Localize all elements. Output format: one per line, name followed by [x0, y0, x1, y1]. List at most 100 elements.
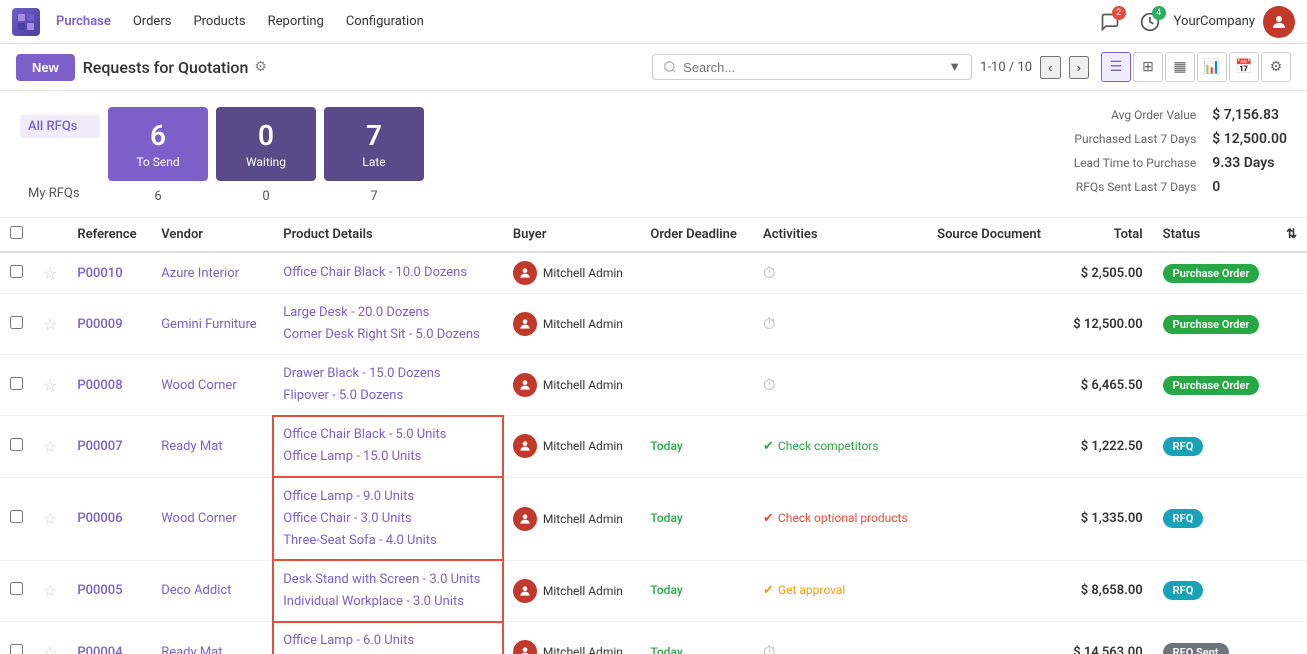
row-source-document	[927, 252, 1058, 294]
view-list-btn[interactable]: ☰	[1101, 52, 1131, 82]
row-checkbox[interactable]	[10, 438, 23, 451]
row-star[interactable]: ☆	[33, 416, 67, 477]
col-order-deadline[interactable]: Order Deadline	[640, 218, 753, 252]
view-chart-btn[interactable]: 📊	[1197, 52, 1227, 82]
pagination-info: 1-10 / 10	[980, 60, 1032, 75]
stat-card-late[interactable]: 7 Late	[324, 107, 424, 181]
row-reference[interactable]: P00005	[67, 560, 151, 621]
view-kanban-btn[interactable]: ⊞	[1133, 52, 1163, 82]
row-action	[1276, 294, 1307, 355]
col-reference[interactable]: Reference	[67, 218, 151, 252]
pagination-prev[interactable]: ‹	[1040, 56, 1060, 79]
row-product-details[interactable]: Desk Stand with Screen - 3.0 UnitsIndivi…	[273, 560, 503, 621]
row-activities[interactable]: ✔Check optional products	[753, 477, 927, 560]
row-product-details[interactable]: Office Lamp - 6.0 UnitsFlipover - 5.0 Un…	[273, 622, 503, 654]
nav-products[interactable]: Products	[183, 0, 255, 44]
table-row: ☆P00010Azure InteriorOffice Chair Black …	[0, 252, 1307, 294]
nav-configuration[interactable]: Configuration	[336, 0, 434, 44]
row-checkbox[interactable]	[10, 316, 23, 329]
search-dropdown-icon[interactable]: ▼	[948, 59, 961, 75]
row-star[interactable]: ☆	[33, 477, 67, 560]
row-vendor[interactable]: Wood Corner	[151, 477, 273, 560]
nav-purchase[interactable]: Purchase	[46, 0, 121, 44]
activity-check-icon: ✔	[763, 439, 774, 454]
col-vendor[interactable]: Vendor	[151, 218, 273, 252]
row-reference[interactable]: P00009	[67, 294, 151, 355]
row-vendor[interactable]: Deco Addict	[151, 560, 273, 621]
row-activities[interactable]: ⏱	[753, 355, 927, 416]
row-vendor[interactable]: Azure Interior	[151, 252, 273, 294]
filter-my-rfqs[interactable]: My RFQs	[20, 182, 100, 205]
new-button[interactable]: New	[16, 54, 75, 81]
status-badge: Purchase Order	[1163, 376, 1260, 395]
row-star[interactable]: ☆	[33, 622, 67, 654]
row-activities[interactable]: ⏱	[753, 252, 927, 294]
settings-gear-icon[interactable]: ⚙	[254, 59, 267, 75]
clock-icon-btn[interactable]: 4	[1134, 6, 1166, 38]
row-checkbox[interactable]	[10, 582, 23, 595]
row-product-details[interactable]: Office Chair Black - 10.0 Dozens	[273, 252, 503, 294]
row-product-details[interactable]: Drawer Black - 15.0 DozensFlipover - 5.0…	[273, 355, 503, 416]
status-badge: RFQ	[1163, 437, 1204, 456]
metric-label-lead: Lead Time to Purchase	[1016, 156, 1196, 170]
row-star[interactable]: ☆	[33, 560, 67, 621]
user-avatar[interactable]	[1263, 6, 1295, 38]
search-input[interactable]	[683, 60, 942, 75]
stat-card-to-send[interactable]: 6 To Send	[108, 107, 208, 181]
row-product-details[interactable]: Office Chair Black - 5.0 UnitsOffice Lam…	[273, 416, 503, 477]
select-all-checkbox[interactable]	[10, 226, 23, 239]
metric-value-rfqs-sent: 0	[1212, 179, 1287, 195]
view-calendar-btn[interactable]: 📅	[1229, 52, 1259, 82]
col-activities[interactable]: Activities	[753, 218, 927, 252]
table-row: ☆P00006Wood CornerOffice Lamp - 9.0 Unit…	[0, 477, 1307, 560]
view-grid-btn[interactable]: ▦	[1165, 52, 1195, 82]
row-vendor[interactable]: Ready Mat	[151, 622, 273, 654]
row-buyer: Mitchell Admin	[503, 622, 641, 654]
col-settings[interactable]: ⇅	[1276, 218, 1307, 252]
row-activities[interactable]: ✔Get approval	[753, 560, 927, 621]
col-checkbox[interactable]	[0, 218, 33, 252]
row-deadline: Today	[640, 416, 753, 477]
filter-all-rfqs[interactable]: All RFQs	[20, 115, 100, 138]
col-status[interactable]: Status	[1153, 218, 1276, 252]
row-checkbox[interactable]	[10, 644, 23, 654]
row-reference[interactable]: P00006	[67, 477, 151, 560]
row-product-details[interactable]: Large Desk - 20.0 DozensCorner Desk Righ…	[273, 294, 503, 355]
view-settings-btn[interactable]: ⚙	[1261, 52, 1291, 82]
row-reference[interactable]: P00010	[67, 252, 151, 294]
col-source-document[interactable]: Source Document	[927, 218, 1058, 252]
row-reference[interactable]: P00004	[67, 622, 151, 654]
row-checkbox[interactable]	[10, 265, 23, 278]
row-reference[interactable]: P00007	[67, 416, 151, 477]
row-source-document	[927, 294, 1058, 355]
activity-text: Check optional products	[778, 511, 908, 525]
stat-card-waiting[interactable]: 0 Waiting	[216, 107, 316, 181]
stats-metrics: Avg Order Value $ 7,156.83 Purchased Las…	[1016, 107, 1287, 195]
col-buyer[interactable]: Buyer	[503, 218, 641, 252]
row-vendor[interactable]: Ready Mat	[151, 416, 273, 477]
col-product-details[interactable]: Product Details	[273, 218, 503, 252]
company-name[interactable]: YourCompany	[1174, 14, 1255, 29]
row-checkbox-cell	[0, 477, 33, 560]
col-star	[33, 218, 67, 252]
row-vendor[interactable]: Gemini Furniture	[151, 294, 273, 355]
row-product-details[interactable]: Office Lamp - 9.0 UnitsOffice Chair - 3.…	[273, 477, 503, 560]
messages-icon-btn[interactable]: 2	[1094, 6, 1126, 38]
row-checkbox[interactable]	[10, 510, 23, 523]
row-activities[interactable]: ⏱	[753, 622, 927, 654]
col-total[interactable]: Total	[1058, 218, 1153, 252]
nav-reporting[interactable]: Reporting	[258, 0, 334, 44]
row-total: $ 2,505.00	[1058, 252, 1153, 294]
stat-label-waiting: Waiting	[236, 155, 296, 169]
row-vendor[interactable]: Wood Corner	[151, 355, 273, 416]
row-star[interactable]: ☆	[33, 355, 67, 416]
pagination-next[interactable]: ›	[1069, 56, 1089, 79]
row-activities[interactable]: ✔Check competitors	[753, 416, 927, 477]
row-reference[interactable]: P00008	[67, 355, 151, 416]
nav-orders[interactable]: Orders	[123, 0, 182, 44]
row-star[interactable]: ☆	[33, 294, 67, 355]
app-logo[interactable]	[12, 8, 40, 36]
row-star[interactable]: ☆	[33, 252, 67, 294]
row-activities[interactable]: ⏱	[753, 294, 927, 355]
row-checkbox[interactable]	[10, 377, 23, 390]
